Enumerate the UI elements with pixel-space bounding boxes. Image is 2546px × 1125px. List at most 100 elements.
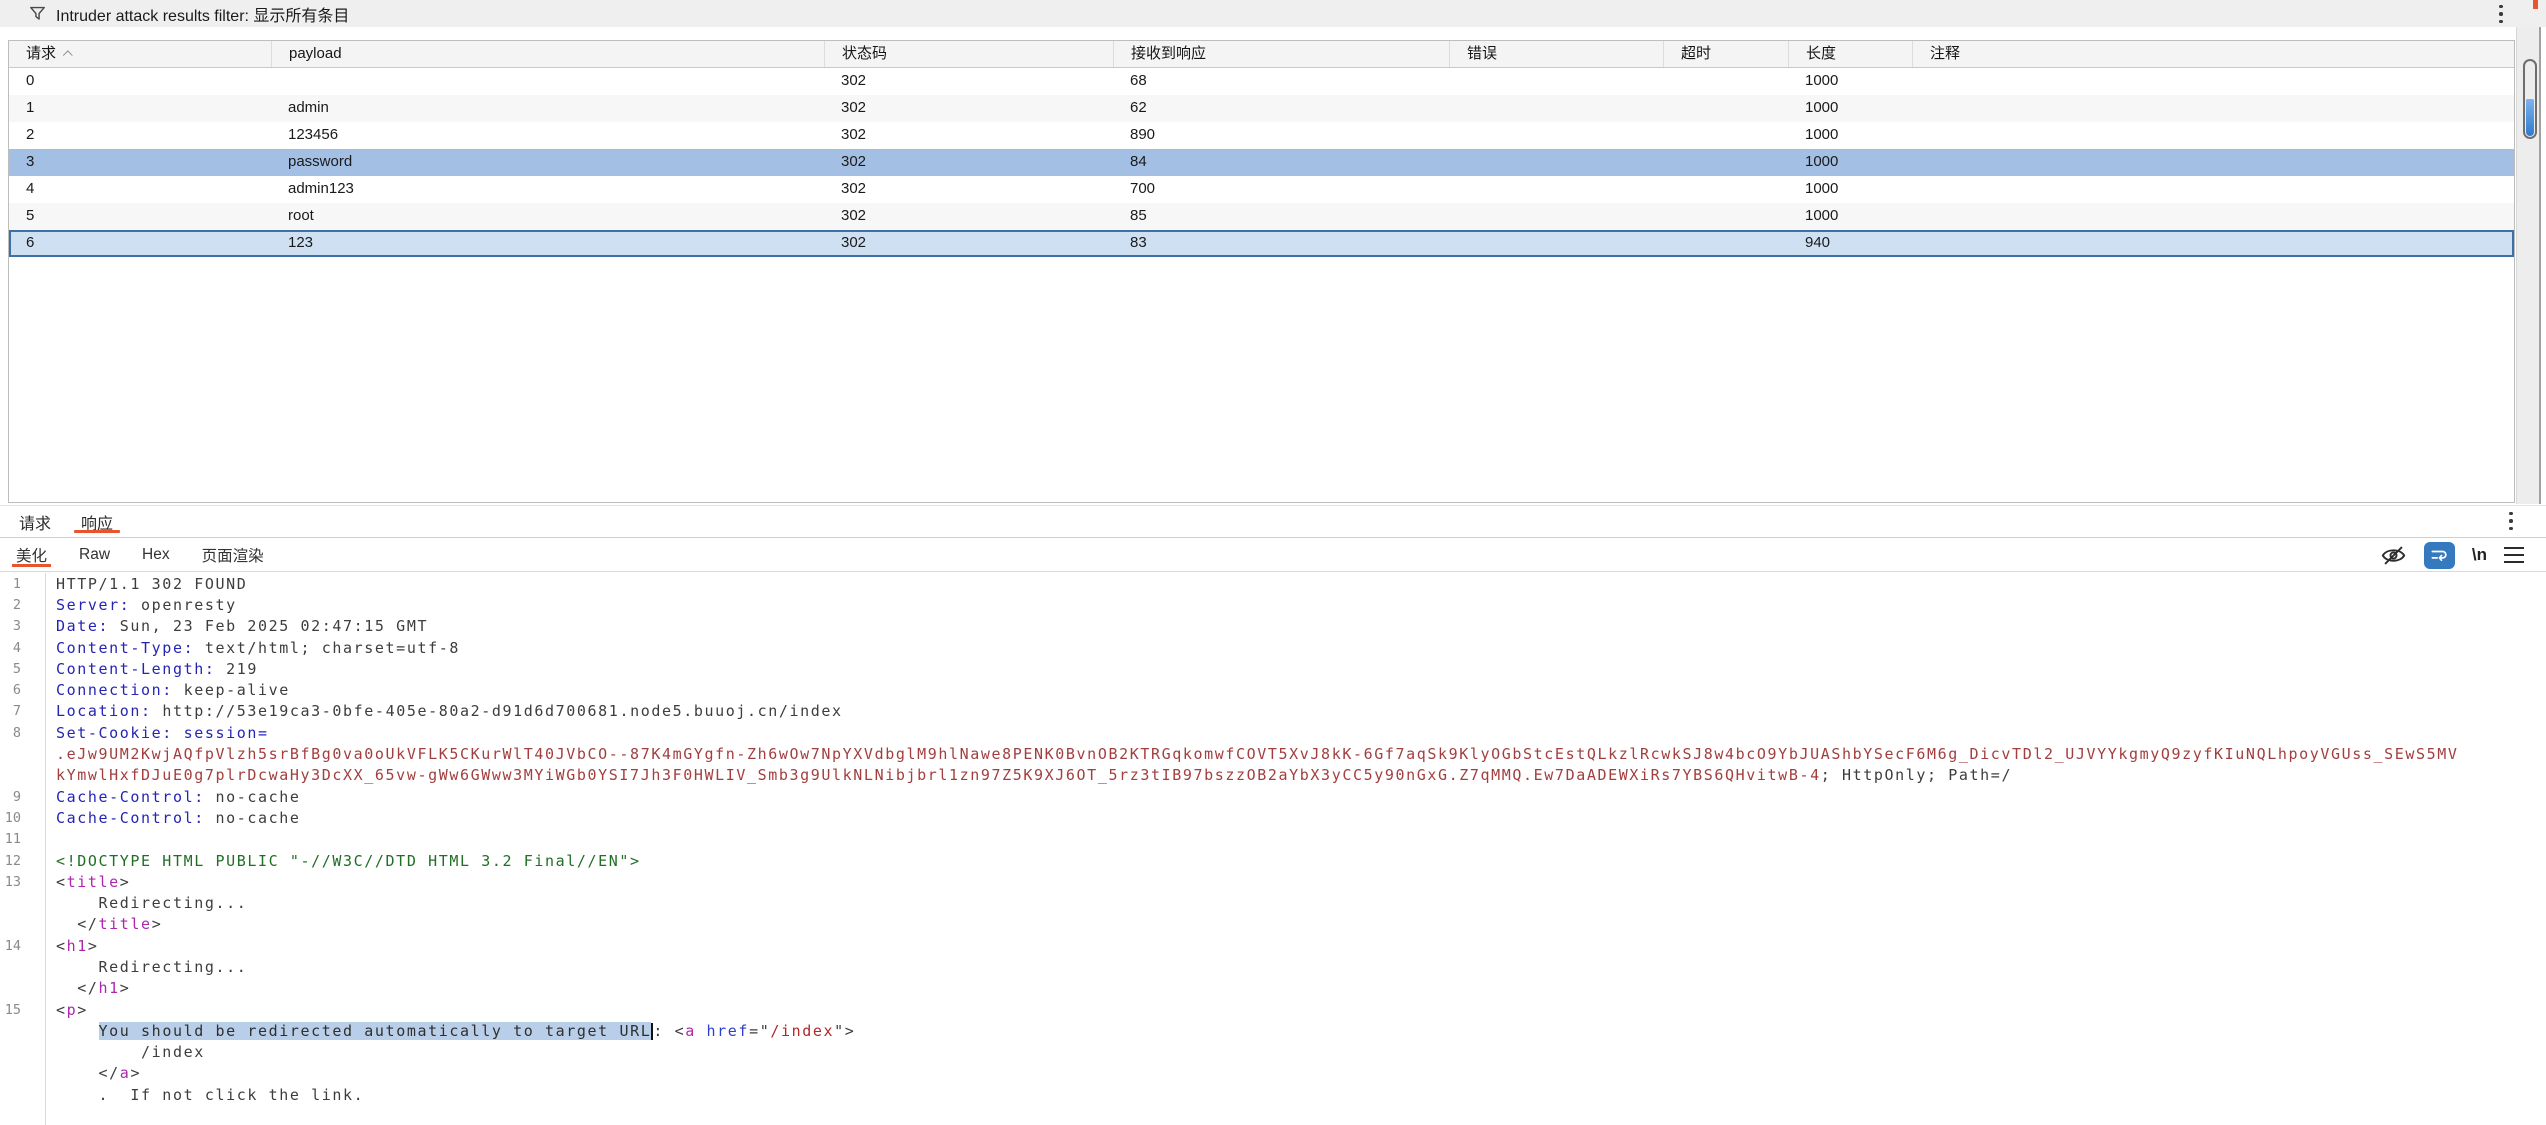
line-content: </title> (45, 915, 162, 933)
syntax-txt: < (56, 1001, 67, 1019)
line-content: Cache-Control: no-cache (45, 809, 301, 827)
table-cell (1663, 95, 1788, 122)
editor-line: Redirecting... (0, 892, 2546, 913)
syntax-txt: no-cache (205, 809, 301, 827)
table-cell (1912, 68, 2514, 95)
line-content: Set-Cookie: session= (45, 724, 269, 742)
table-cell: 940 (1788, 230, 1912, 257)
table-cell: 1000 (1788, 68, 1912, 95)
table-row[interactable]: 0302681000 (9, 68, 2514, 95)
editor-line: 6Connection: keep-alive (0, 679, 2546, 700)
menu-icon[interactable] (2504, 547, 2524, 564)
line-number: 2 (0, 597, 45, 613)
line-number: 5 (0, 661, 45, 677)
table-cell: 1 (9, 95, 271, 122)
syntax-txt: HTTP/1.1 302 FOUND (56, 575, 247, 593)
line-number: 13 (0, 874, 45, 890)
line-content: Content-Length: 219 (45, 660, 258, 678)
column-header-错误[interactable]: 错误 (1449, 41, 1663, 67)
tab-响应[interactable]: 响应 (78, 506, 116, 537)
table-row[interactable]: 1admin302621000 (9, 95, 2514, 122)
view-tab-Raw[interactable]: Raw (77, 539, 112, 571)
table-cell: 302 (824, 149, 1113, 176)
line-number: 15 (0, 1002, 45, 1018)
tab-请求[interactable]: 请求 (16, 506, 54, 537)
syntax-txt: no-cache (205, 788, 301, 806)
column-header-接收到响应[interactable]: 接收到响应 (1113, 41, 1449, 67)
syntax-hdr: Location: (56, 702, 152, 720)
editor-line: 10Cache-Control: no-cache (0, 807, 2546, 828)
line-content: Content-Type: text/html; charset=utf-8 (45, 639, 460, 657)
syntax-txt: 219 (215, 660, 258, 678)
results-rows: 03026810001admin302621000212345630289010… (9, 68, 2514, 257)
syntax-hdr: Connection: (56, 681, 173, 699)
table-scrollbar-thumb[interactable] (2523, 59, 2537, 139)
editor-line: 2Server: openresty (0, 594, 2546, 615)
line-content: Date: Sun, 23 Feb 2025 02:47:15 GMT (45, 617, 428, 635)
table-cell (1912, 230, 2514, 257)
syntax-tag: a (685, 1022, 696, 1040)
syntax-hdr: Set-Cookie: (56, 724, 173, 742)
line-number: 14 (0, 938, 45, 954)
table-row[interactable]: 21234563028901000 (9, 122, 2514, 149)
hide-headers-eye-icon[interactable] (2380, 542, 2407, 569)
line-content: Redirecting... (45, 958, 247, 976)
column-header-请求[interactable]: 请求 (9, 41, 271, 67)
table-row[interactable]: 4admin1233027001000 (9, 176, 2514, 203)
line-content: You should be redirected automatically t… (45, 1022, 855, 1040)
table-cell (1449, 122, 1663, 149)
syntax-txt (173, 724, 184, 742)
table-cell (1449, 95, 1663, 122)
syntax-txt: =" (749, 1022, 770, 1040)
syntax-txt: </ (56, 979, 99, 997)
table-cell: 2 (9, 122, 271, 149)
editor-line: 4Content-Type: text/html; charset=utf-8 (0, 637, 2546, 658)
table-row[interactable]: 612330283940 (9, 230, 2514, 257)
syntax-txt: </ (56, 1064, 120, 1082)
syntax-attr: href (707, 1022, 750, 1040)
line-content: kYmwlHxfDJuE0g7plrDcwaHy3DcXX_65vw-gWw6G… (45, 766, 2012, 784)
view-tab-页面渲染[interactable]: 页面渲染 (200, 539, 266, 571)
table-row[interactable]: 5root302851000 (9, 203, 2514, 230)
table-cell: 1000 (1788, 122, 1912, 149)
table-cell: admin (271, 95, 824, 122)
results-filter-bar[interactable]: Intruder attack results filter: 显示所有条目 (0, 0, 2546, 27)
table-scrollbar-track[interactable] (2516, 27, 2541, 504)
soft-wrap-button[interactable] (2424, 542, 2455, 569)
column-header-状态码[interactable]: 状态码 (824, 41, 1113, 67)
syntax-txt: < (56, 937, 67, 955)
column-header-长度[interactable]: 长度 (1788, 41, 1912, 67)
table-cell: 1000 (1788, 203, 1912, 230)
column-header-payload[interactable]: payload (271, 41, 824, 67)
response-editor[interactable]: 1HTTP/1.1 302 FOUND2Server: openresty3Da… (0, 573, 2546, 1125)
table-cell: 62 (1113, 95, 1449, 122)
line-number: 9 (0, 789, 45, 805)
table-cell: 302 (824, 230, 1113, 257)
line-content: </h1> (45, 979, 130, 997)
view-tab-Hex[interactable]: Hex (140, 539, 172, 571)
editor-line: </a> (0, 1063, 2546, 1084)
syntax-txt: > (152, 915, 163, 933)
editor-line: </title> (0, 914, 2546, 935)
line-content: /index (45, 1043, 205, 1061)
window-menu-kebab-icon[interactable] (2494, 3, 2508, 25)
editor-line: You should be redirected automatically t… (0, 1020, 2546, 1041)
table-cell (1449, 176, 1663, 203)
table-row[interactable]: 3password302841000 (9, 149, 2514, 176)
view-tab-美化[interactable]: 美化 (14, 539, 49, 571)
show-newlines-icon[interactable]: \n (2472, 545, 2487, 565)
editor-line: 3Date: Sun, 23 Feb 2025 02:47:15 GMT (0, 616, 2546, 637)
table-cell: 123456 (271, 122, 824, 149)
syntax-tag: p (67, 1001, 78, 1019)
editor-line: kYmwlHxfDJuE0g7plrDcwaHy3DcXX_65vw-gWw6G… (0, 765, 2546, 786)
column-header-注释[interactable]: 注释 (1912, 41, 2514, 67)
panel-menu-kebab-icon[interactable] (2504, 510, 2518, 532)
line-content: Server: openresty (45, 596, 237, 614)
line-content: <p> (45, 1001, 88, 1019)
table-cell: 302 (824, 68, 1113, 95)
column-header-超时[interactable]: 超时 (1663, 41, 1788, 67)
line-content: Location: http://53e19ca3-0bfe-405e-80a2… (45, 702, 843, 720)
editor-line: /index (0, 1042, 2546, 1063)
syntax-hdr: Content-Type: (56, 639, 194, 657)
syntax-tag: h1 (67, 937, 88, 955)
